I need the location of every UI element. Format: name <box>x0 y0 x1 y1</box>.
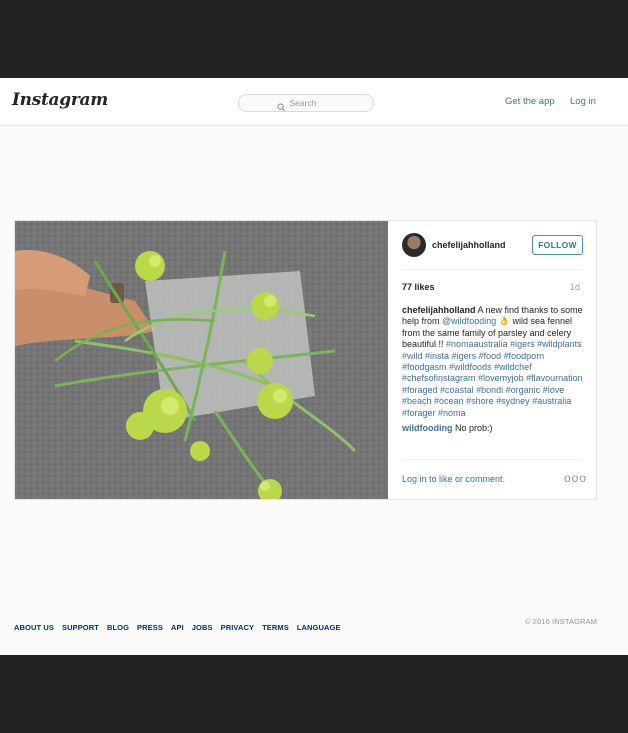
hashtag-link[interactable]: #wild <box>402 351 423 361</box>
avatar[interactable] <box>402 233 426 257</box>
post-username[interactable]: chefelijahholland <box>432 240 506 250</box>
post-photo[interactable] <box>15 221 388 499</box>
hashtag-link[interactable]: #ocean <box>434 396 464 406</box>
hashtag-link[interactable]: #wildfoods <box>449 362 492 372</box>
hashtag-link[interactable]: #australia <box>532 396 571 406</box>
comment-username[interactable]: wildfooding <box>402 423 452 433</box>
footer-link-press[interactable]: PRESS <box>137 623 163 632</box>
caption-hashtags: #nomaaustralia #igers #wildplants #wild … <box>402 339 583 417</box>
hashtag-link[interactable]: #nomaaustralia <box>446 339 508 349</box>
hashtag-link[interactable]: #foodporn <box>504 351 545 361</box>
search-icon <box>276 99 286 111</box>
hashtag-link[interactable]: #foodgasm <box>402 362 447 372</box>
login-to-comment-link[interactable]: Log in to like or comment. <box>402 474 505 484</box>
search-input[interactable] <box>289 98 336 108</box>
comment-divider <box>402 459 582 460</box>
hashtag-link[interactable]: #sydney <box>496 396 530 406</box>
hashtag-link[interactable]: #foraged <box>402 385 438 395</box>
hashtag-link[interactable]: #igers <box>510 339 535 349</box>
footer: ABOUT US SUPPORT BLOG PRESS API JOBS PRIVACY TE… <box>14 617 597 632</box>
caption-username[interactable]: chefelijahholland <box>402 305 476 315</box>
post-caption: chefelijahholland A new find thanks to s… <box>402 305 584 419</box>
hashtag-link[interactable]: #noma <box>438 408 466 418</box>
get-the-app-link[interactable]: Get the app <box>505 96 555 107</box>
footer-link-api[interactable]: API <box>171 623 184 632</box>
comment-text: No prob:) <box>455 423 493 433</box>
post-age[interactable]: 1d <box>570 282 580 292</box>
hashtag-link[interactable]: #coastal <box>440 385 474 395</box>
footer-link-privacy[interactable]: PRIVACY <box>221 623 254 632</box>
post-header: chefelijahholland FOLLOW <box>402 233 583 259</box>
hashtag-link[interactable]: #lovemyjob <box>478 373 524 383</box>
hashtag-link[interactable]: #love <box>543 385 565 395</box>
likes-count[interactable]: 77 likes <box>402 282 435 292</box>
follow-button[interactable]: FOLLOW <box>532 235 583 255</box>
footer-links: ABOUT US SUPPORT BLOG PRESS API JOBS PRIVACY TE… <box>14 617 349 634</box>
hashtag-link[interactable]: #insta <box>425 351 449 361</box>
hashtag-link[interactable]: #bondi <box>476 385 503 395</box>
top-navigation-bar: Instagram Get the app Log in <box>0 78 628 126</box>
more-options-icon[interactable]: ooo <box>564 471 587 485</box>
hashtag-link[interactable]: #flavournation <box>526 373 583 383</box>
caption-emoji: 👌 <box>498 316 510 327</box>
copyright: © 2016 INSTAGRAM <box>524 617 597 626</box>
hashtag-link[interactable]: #igers <box>452 351 477 361</box>
post-card: chefelijahholland FOLLOW 77 likes 1d che… <box>14 220 597 500</box>
header-divider <box>402 269 582 270</box>
page: Instagram Get the app Log in <box>0 78 628 655</box>
footer-link-blog[interactable]: BLOG <box>107 623 129 632</box>
log-in-link[interactable]: Log in <box>570 96 596 107</box>
post-details-panel: chefelijahholland FOLLOW 77 likes 1d che… <box>388 221 596 499</box>
hashtag-link[interactable]: #beach <box>402 396 432 406</box>
hashtag-link[interactable]: #forager <box>402 408 436 418</box>
hashtag-link[interactable]: #chefsofinstagram <box>402 373 476 383</box>
hashtag-link[interactable]: #wildchef <box>494 362 532 372</box>
caption-mention[interactable]: @wildfooding <box>442 316 496 326</box>
footer-link-support[interactable]: SUPPORT <box>62 623 99 632</box>
hashtag-link[interactable]: #wildplants <box>537 339 582 349</box>
footer-link-about-us[interactable]: ABOUT US <box>14 623 54 632</box>
comment: wildfooding No prob:) <box>402 423 584 434</box>
footer-link-terms[interactable]: TERMS <box>262 623 289 632</box>
search-box[interactable] <box>238 94 374 112</box>
footer-link-language[interactable]: LANGUAGE <box>297 623 341 632</box>
instagram-logo[interactable]: Instagram <box>12 90 108 110</box>
hashtag-link[interactable]: #organic <box>506 385 541 395</box>
footer-link-jobs[interactable]: JOBS <box>192 623 213 632</box>
hashtag-link[interactable]: #shore <box>466 396 494 406</box>
hashtag-link[interactable]: #food <box>479 351 502 361</box>
